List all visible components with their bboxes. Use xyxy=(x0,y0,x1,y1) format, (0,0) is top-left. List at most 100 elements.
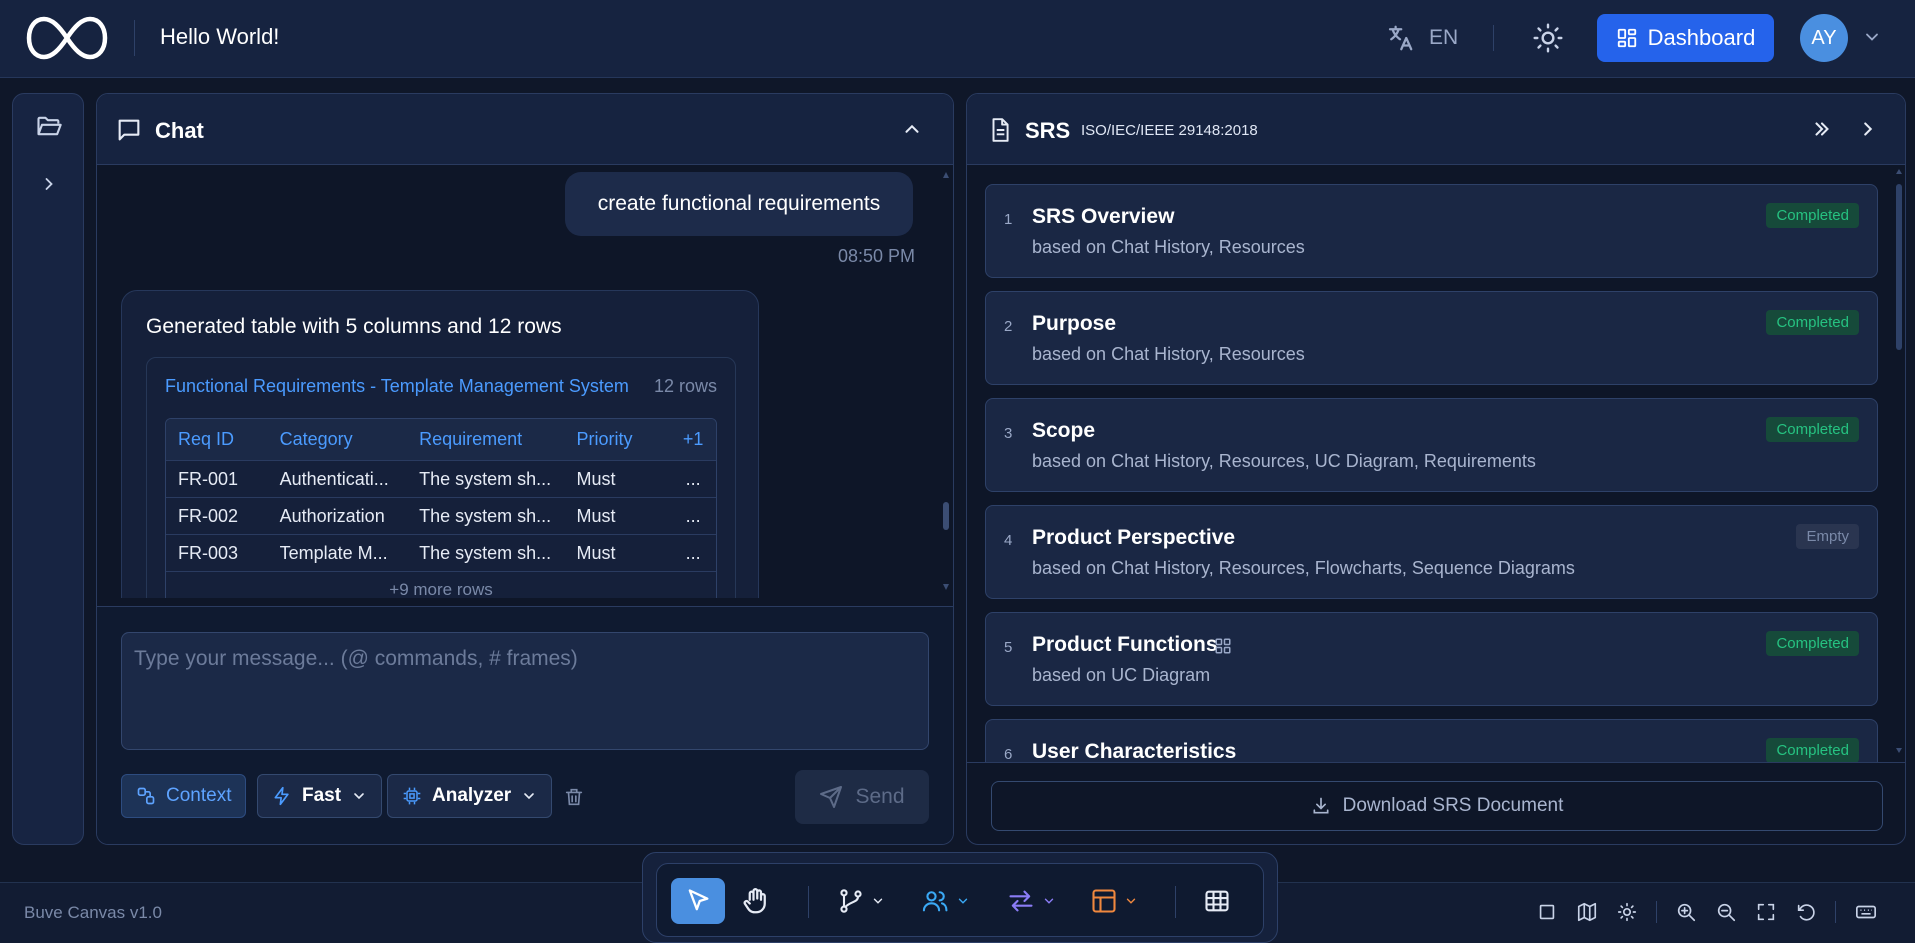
document-icon xyxy=(987,116,1013,144)
section-number: 3 xyxy=(1004,425,1013,442)
translate-icon xyxy=(1385,23,1415,53)
zoom-out-icon[interactable] xyxy=(1715,901,1737,923)
section-sources: based on Chat History, Resources xyxy=(1032,344,1305,364)
actors-tool[interactable] xyxy=(920,878,970,924)
srs-header: SRS ISO/IEC/IEEE 29148:2018 xyxy=(967,94,1905,165)
trash-icon[interactable] xyxy=(563,786,585,808)
zoom-in-icon[interactable] xyxy=(1675,901,1697,923)
requirements-table: Req ID Category Requirement Priority +1 … xyxy=(165,418,717,598)
sequence-tool[interactable] xyxy=(1006,878,1056,924)
layout-panel-icon xyxy=(1090,887,1118,915)
table-title[interactable]: Functional Requirements - Template Manag… xyxy=(165,376,629,397)
greeting-text: Hello World! xyxy=(160,24,280,49)
chevron-right-icon[interactable] xyxy=(1857,118,1879,140)
context-label: Context xyxy=(166,785,232,806)
srs-section-card[interactable]: 2 Purpose based on Chat History, Resourc… xyxy=(985,291,1878,385)
table-row: FR-001 Authenticati... The system sh... … xyxy=(166,461,716,498)
message-input[interactable] xyxy=(121,632,929,750)
chat-panel: Chat create functional requirements 08:5… xyxy=(96,93,954,845)
grid-icon xyxy=(1214,637,1232,655)
srs-section-card[interactable]: 3 Scope based on Chat History, Resources… xyxy=(985,398,1878,492)
chevron-right-icon[interactable] xyxy=(39,174,59,194)
chat-scrollbar[interactable] xyxy=(941,166,951,596)
chevron-down-icon[interactable] xyxy=(1862,27,1882,47)
more-rows-indicator[interactable]: +9 more rows xyxy=(166,572,716,598)
download-label: Download SRS Document xyxy=(1342,795,1564,816)
chevron-down-icon xyxy=(1042,894,1056,908)
agent-select[interactable]: Analyzer xyxy=(387,774,553,818)
column-header: Requirement xyxy=(419,429,523,449)
chat-messages[interactable]: create functional requirements 08:50 PM … xyxy=(97,166,953,598)
table-tool[interactable] xyxy=(1203,878,1231,924)
chevrons-right-icon[interactable] xyxy=(1811,118,1833,140)
user-message: create functional requirements xyxy=(565,172,913,236)
canvas-view-controls xyxy=(1536,901,1878,923)
section-title: Scope xyxy=(1032,419,1096,442)
language-switcher[interactable]: EN xyxy=(1385,20,1458,56)
table-preview[interactable]: Functional Requirements - Template Manag… xyxy=(146,357,736,598)
table-cell: Must xyxy=(576,468,616,489)
dashboard-label: Dashboard xyxy=(1647,25,1756,50)
mode-select[interactable]: Fast xyxy=(257,774,383,818)
chevron-up-icon[interactable] xyxy=(901,118,923,140)
brightness-icon[interactable] xyxy=(1616,901,1638,923)
folder-open-icon[interactable] xyxy=(35,112,63,140)
send-label: Send xyxy=(855,785,905,808)
toolbar-divider xyxy=(1175,886,1176,918)
scrollbar-thumb[interactable] xyxy=(1896,184,1902,350)
table-cell: Must xyxy=(576,542,616,563)
status-badge: Completed xyxy=(1766,310,1859,335)
table-cell: Authorization xyxy=(279,505,385,526)
square-frame-icon[interactable] xyxy=(1536,901,1558,923)
grid-icon xyxy=(1616,27,1638,49)
table-cell: Must xyxy=(576,505,616,526)
cursor-arrow-icon xyxy=(684,887,712,915)
status-badge: Completed xyxy=(1766,631,1859,656)
srs-section-card[interactable]: 1 SRS Overview based on Chat History, Re… xyxy=(985,184,1878,278)
dashboard-button[interactable]: Dashboard xyxy=(1597,14,1774,62)
section-sources: based on UC Diagram xyxy=(1032,665,1211,685)
send-button[interactable]: Send xyxy=(795,770,929,824)
chat-bubble-icon xyxy=(115,116,143,144)
infinity-logo-icon[interactable] xyxy=(26,14,108,62)
agent-label: Analyzer xyxy=(432,785,512,806)
srs-section-list[interactable]: 1 SRS Overview based on Chat History, Re… xyxy=(967,166,1887,762)
srs-section-card[interactable]: 4 Product Perspective based on Chat Hist… xyxy=(985,505,1878,599)
header-divider xyxy=(1493,25,1494,51)
flow-tool[interactable] xyxy=(837,878,885,924)
arrows-swap-icon xyxy=(1006,887,1036,915)
reset-rotate-icon[interactable] xyxy=(1795,901,1817,923)
section-title: Product Functions xyxy=(1032,633,1218,656)
context-button[interactable]: Context xyxy=(121,774,247,818)
toolbar-divider xyxy=(1656,901,1657,923)
theme-toggle-sun-icon[interactable] xyxy=(1532,22,1564,54)
srs-section-card[interactable]: 5 Product Functions based on UC Diagram … xyxy=(985,612,1878,706)
map-icon[interactable] xyxy=(1576,901,1598,923)
table-cell: ... xyxy=(685,468,701,489)
lightning-icon xyxy=(272,786,292,806)
srs-standard: ISO/IEC/IEEE 29148:2018 xyxy=(1081,122,1258,139)
chevron-down-icon xyxy=(521,788,537,804)
toolbar-divider xyxy=(1835,901,1836,923)
more-columns-indicator[interactable]: +1 xyxy=(670,429,716,450)
header-divider xyxy=(134,20,135,56)
send-plane-icon xyxy=(819,785,843,809)
srs-panel: SRS ISO/IEC/IEEE 29148:2018 1 SRS Overvi… xyxy=(966,93,1906,845)
select-tool[interactable] xyxy=(671,878,725,924)
section-title: SRS Overview xyxy=(1032,205,1175,228)
srs-section-card[interactable]: 6 User Characteristics Completed xyxy=(985,719,1878,762)
column-header: Req ID xyxy=(178,429,235,449)
download-srs-button[interactable]: Download SRS Document xyxy=(991,781,1883,831)
section-number: 1 xyxy=(1004,211,1013,228)
table-row: FR-003 Template M... The system sh... Mu… xyxy=(166,535,716,572)
keyboard-icon[interactable] xyxy=(1854,901,1878,923)
pan-tool[interactable] xyxy=(741,878,771,924)
srs-scrollbar[interactable] xyxy=(1893,166,1905,756)
table-cell: Template M... xyxy=(279,542,388,563)
users-icon xyxy=(920,887,950,915)
layout-tool[interactable] xyxy=(1090,878,1138,924)
fit-screen-icon[interactable] xyxy=(1755,901,1777,923)
user-avatar[interactable]: AY xyxy=(1800,14,1848,62)
table-cell: ... xyxy=(685,542,701,563)
table-header-row: Req ID Category Requirement Priority +1 xyxy=(166,419,716,461)
